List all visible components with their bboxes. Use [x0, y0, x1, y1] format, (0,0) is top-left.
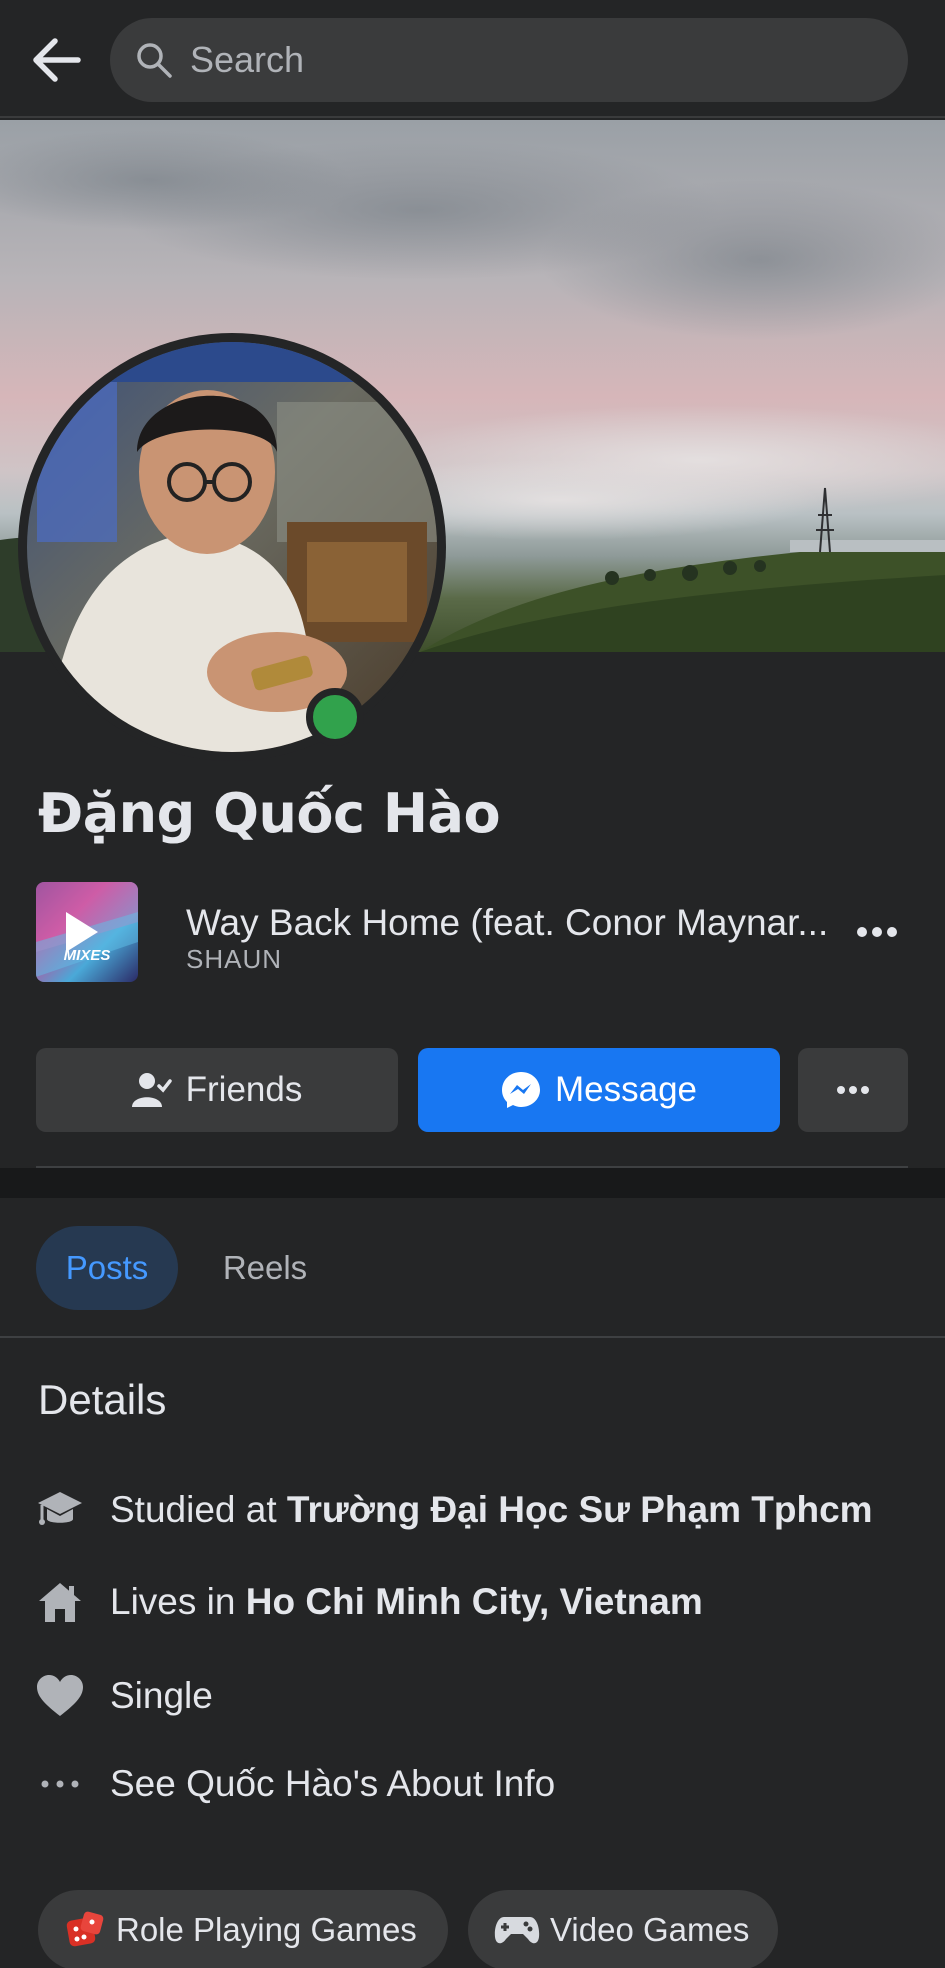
detail-education-value[interactable]: Trường Đại Học Sư Phạm Tphcm [287, 1489, 873, 1530]
detail-location-value[interactable]: Ho Chi Minh City, Vietnam [246, 1581, 703, 1622]
tab-reels[interactable]: Reels [210, 1226, 320, 1310]
gamepad-icon [494, 1913, 540, 1947]
friends-label: Friends [185, 1070, 303, 1109]
friends-button[interactable]: Friends [36, 1048, 398, 1132]
profile-name: Đặng Quốc Hào [38, 782, 501, 845]
more-horizontal-icon [857, 927, 897, 937]
dice-icon [64, 1909, 106, 1951]
detail-relationship: Single [36, 1666, 916, 1726]
home-icon [36, 1578, 84, 1626]
interest-label: Role Playing Games [116, 1911, 417, 1948]
song-more-button[interactable] [852, 910, 902, 954]
back-button[interactable] [26, 30, 86, 90]
search-bar[interactable] [110, 18, 908, 102]
section-separator [0, 1168, 945, 1198]
interest-chip-video-games[interactable]: Video Games [468, 1890, 778, 1968]
detail-education-prefix: Studied at [110, 1489, 287, 1530]
top-bar [0, 0, 945, 118]
friend-check-icon [131, 1072, 172, 1108]
song-title[interactable]: Way Back Home (feat. Conor Maynar... [186, 902, 826, 944]
more-horizontal-icon [36, 1760, 84, 1808]
online-status-indicator [306, 688, 364, 746]
heart-icon [36, 1672, 84, 1720]
svg-text:MIXES: MIXES [64, 947, 111, 964]
detail-location-prefix: Lives in [110, 1581, 246, 1622]
song-album-art[interactable]: MIXES [36, 882, 138, 982]
detail-about-link[interactable]: See Quốc Hào's About Info [36, 1754, 916, 1814]
interest-chip-role-playing-games[interactable]: Role Playing Games [38, 1890, 448, 1968]
song-artist: SHAUN [186, 944, 283, 974]
profile-more-button[interactable] [798, 1048, 908, 1132]
profile-picture-frame[interactable] [18, 333, 446, 761]
detail-about-text: See Quốc Hào's About Info [110, 1763, 556, 1804]
more-horizontal-icon [837, 1086, 869, 1094]
message-label: Message [554, 1070, 698, 1109]
messenger-icon [501, 1070, 541, 1110]
detail-location: Lives in Ho Chi Minh City, Vietnam [36, 1572, 916, 1632]
tab-posts[interactable]: Posts [36, 1226, 178, 1310]
interest-label: Video Games [550, 1911, 750, 1948]
message-button[interactable]: Message [418, 1048, 780, 1132]
back-arrow-icon [33, 38, 81, 82]
details-heading: Details [38, 1376, 167, 1423]
graduation-cap-icon [36, 1486, 84, 1534]
profile-picture [27, 342, 437, 752]
search-input[interactable] [190, 39, 870, 81]
search-icon [134, 40, 174, 80]
detail-education: Studied at Trường Đại Học Sư Phạm Tphcm [36, 1480, 916, 1540]
divider [0, 1336, 945, 1338]
detail-relationship-text: Single [110, 1675, 213, 1716]
